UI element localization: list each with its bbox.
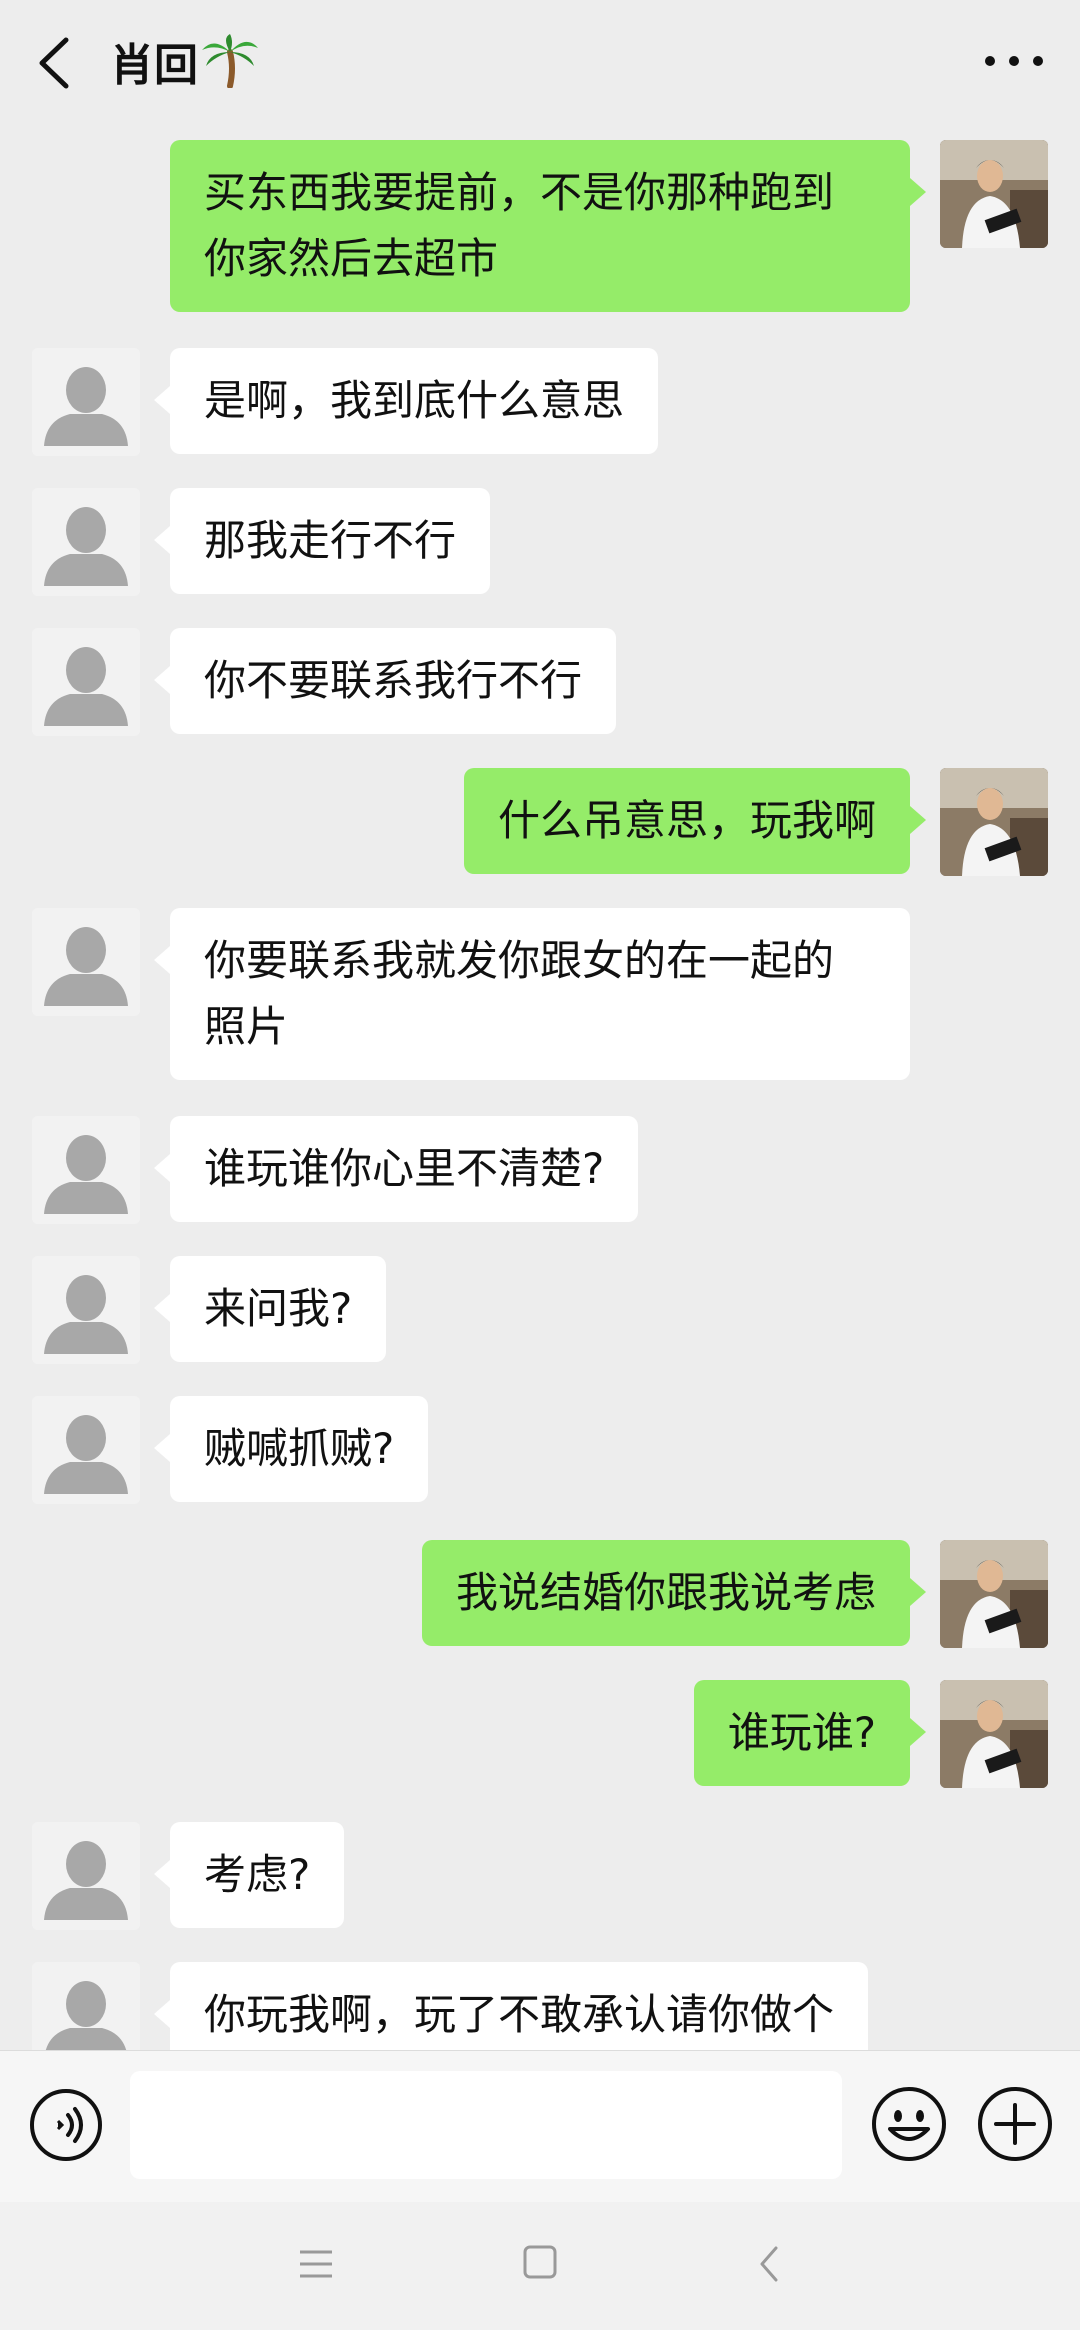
received-message-bubble[interactable]: 贼喊抓贼?: [153, 1396, 429, 1502]
menu-icon: [300, 2250, 332, 2278]
contact-avatar[interactable]: [32, 908, 140, 1016]
received-message-bubble[interactable]: 来问我?: [153, 1256, 387, 1362]
user-photo-icon: [940, 1680, 1048, 1788]
received-message-bubble[interactable]: 那我走行不行: [153, 488, 491, 594]
received-message-bubble[interactable]: 你不要联系我行不行: [153, 628, 617, 734]
message-list[interactable]: 买东西我要提前，不是你那种跑到 你家然后去超市 是啊，我到底什么意思 那我走行不…: [0, 126, 1080, 2050]
back-button[interactable]: [30, 34, 80, 92]
contact-avatar[interactable]: [32, 348, 140, 456]
sent-message-bubble[interactable]: 买东西我要提前，不是你那种跑到 你家然后去超市: [170, 140, 926, 312]
chevron-left-icon: [39, 37, 69, 89]
more-options-button[interactable]: [978, 46, 1050, 76]
more-functions-button[interactable]: [976, 2085, 1054, 2163]
recent-apps-button[interactable]: [296, 2246, 336, 2282]
sent-message-bubble[interactable]: 我说结婚你跟我说考虑: [421, 1540, 927, 1646]
contact-avatar[interactable]: [32, 488, 140, 596]
voice-input-button[interactable]: [28, 2087, 104, 2163]
received-message-bubble[interactable]: 你玩我啊，玩了不敢承认请你做个: [153, 1962, 869, 2050]
sent-message-bubble[interactable]: 什么吊意思，玩我啊: [463, 768, 927, 874]
emoji-button[interactable]: [870, 2085, 948, 2163]
sent-message-bubble[interactable]: 谁玩谁?: [693, 1680, 927, 1786]
my-avatar[interactable]: [940, 140, 1048, 248]
contact-avatar[interactable]: [32, 1396, 140, 1504]
received-message-bubble[interactable]: 考虑?: [153, 1822, 345, 1928]
default-person-icon: [32, 628, 140, 736]
contact-avatar[interactable]: [32, 1116, 140, 1224]
my-avatar[interactable]: [940, 1540, 1048, 1648]
user-photo-icon: [940, 140, 1048, 248]
square-icon: [523, 2245, 557, 2279]
input-bar: [0, 2050, 1080, 2202]
chat-title: 肖回: [110, 32, 260, 104]
more-dots-icon: [985, 56, 1043, 66]
default-person-icon: [32, 1116, 140, 1224]
palm-tree-icon: [200, 32, 260, 104]
chat-header: 肖回: [0, 0, 1080, 126]
emoji-icon: [872, 2087, 946, 2161]
contact-avatar[interactable]: [32, 1962, 140, 2050]
default-person-icon: [32, 1256, 140, 1364]
chat-title-text: 肖回: [110, 40, 198, 91]
my-avatar[interactable]: [940, 1680, 1048, 1788]
plus-icon: [978, 2087, 1052, 2161]
received-message-bubble[interactable]: 你要联系我就发你跟女的在一起的 照片: [154, 908, 910, 1080]
contact-avatar[interactable]: [32, 1822, 140, 1930]
voice-icon: [30, 2089, 102, 2161]
default-person-icon: [32, 488, 140, 596]
contact-avatar[interactable]: [32, 628, 140, 736]
received-message-bubble[interactable]: 是啊，我到底什么意思: [153, 348, 659, 454]
contact-avatar[interactable]: [32, 1256, 140, 1364]
message-input[interactable]: [130, 2071, 842, 2179]
default-person-icon: [32, 1962, 140, 2050]
system-back-button[interactable]: [754, 2244, 784, 2284]
default-person-icon: [32, 1822, 140, 1930]
user-photo-icon: [940, 1540, 1048, 1648]
received-message-bubble[interactable]: 谁玩谁你心里不清楚?: [153, 1116, 639, 1222]
back-arrow-icon: [760, 2246, 778, 2282]
default-person-icon: [32, 908, 140, 1016]
default-person-icon: [32, 1396, 140, 1504]
user-photo-icon: [940, 768, 1048, 876]
default-person-icon: [32, 348, 140, 456]
home-button[interactable]: [522, 2244, 558, 2280]
my-avatar[interactable]: [940, 768, 1048, 876]
system-navigation-bar: [0, 2202, 1080, 2330]
